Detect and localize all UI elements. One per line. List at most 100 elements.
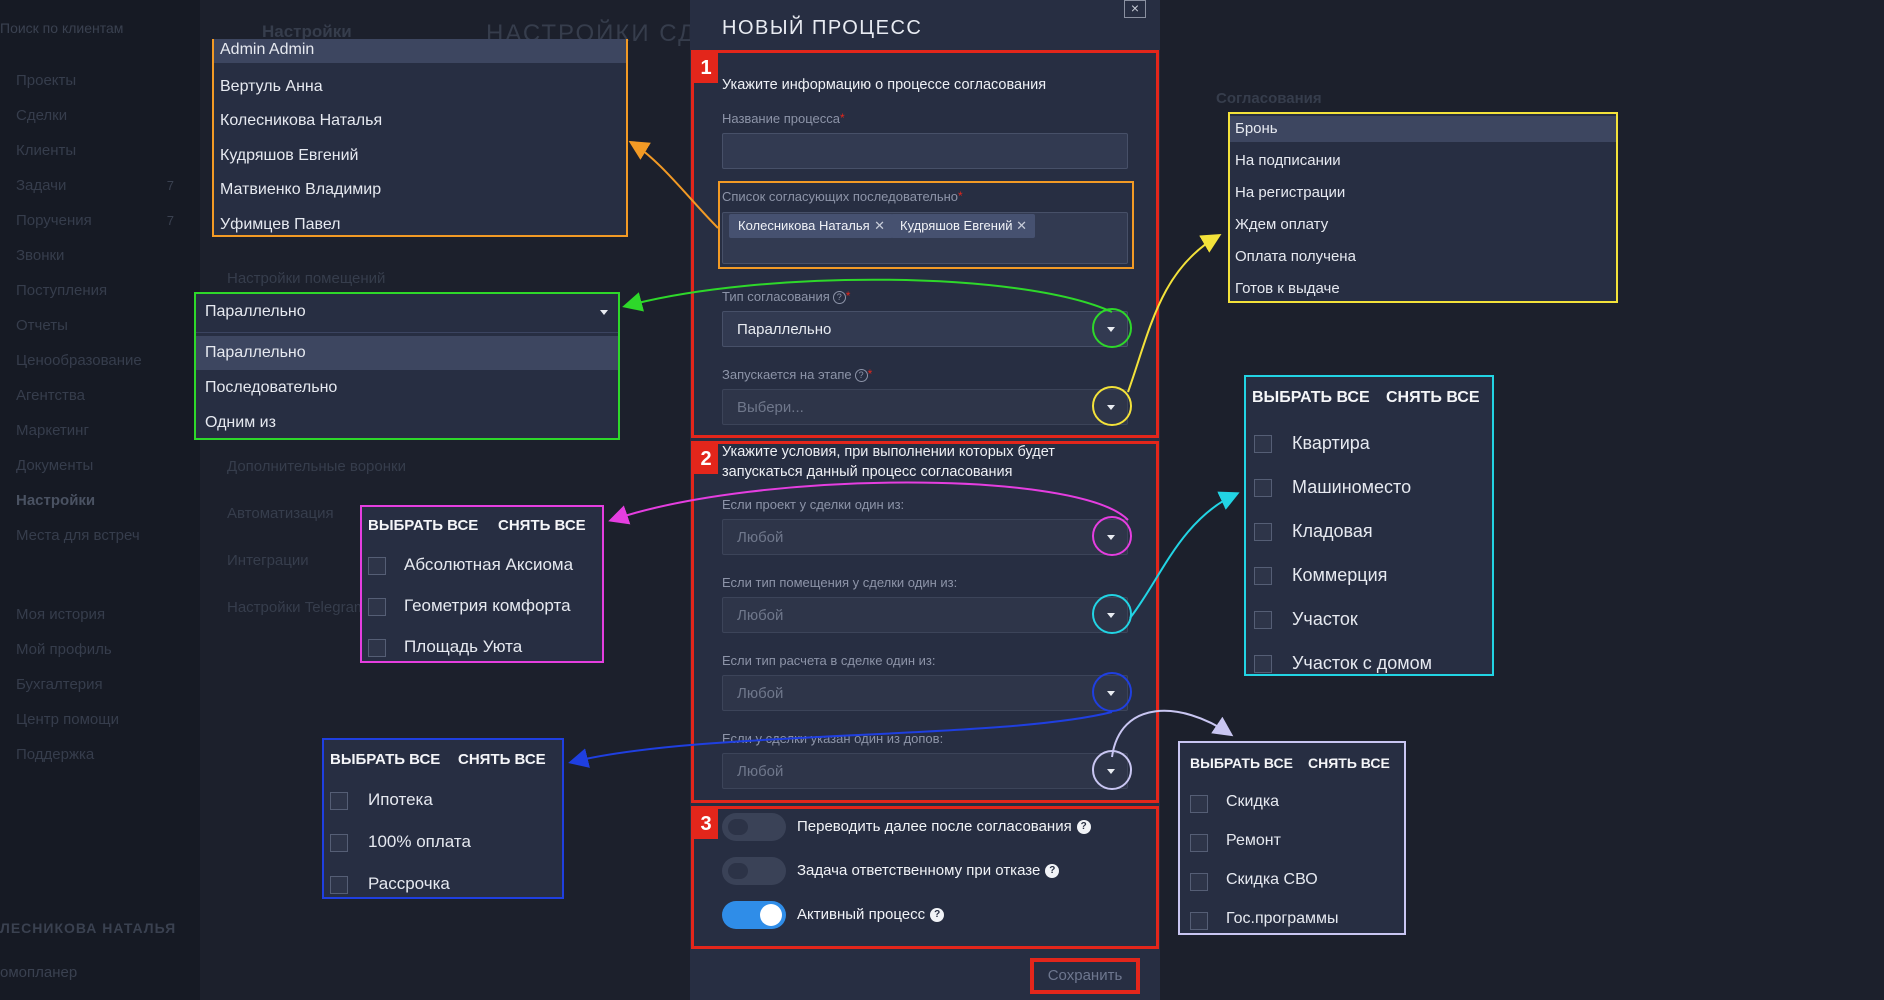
sidebar-item[interactable]: Отчеты	[16, 317, 68, 334]
sidebar-search[interactable]: Поиск по клиентам	[0, 20, 123, 36]
checkbox[interactable]	[1254, 479, 1272, 497]
approvers-input[interactable]: Колесникова Наталья ✕ Кудряшов Евгений ✕	[722, 212, 1128, 264]
checkbox-label: Машиноместо	[1292, 477, 1412, 497]
sidebar-item[interactable]: Клиенты	[16, 142, 76, 159]
approval-type-option[interactable]: Параллельно	[196, 336, 618, 370]
sidebar-item[interactable]: Поддержка	[16, 746, 94, 763]
select-all-button[interactable]: ВЫБРАТЬ ВСЕ	[1190, 755, 1293, 771]
sidebar-item[interactable]: Поступления	[16, 282, 107, 299]
help-icon[interactable]: ?	[1076, 820, 1091, 835]
settings-menu-item[interactable]: Интеграции	[227, 552, 309, 569]
settings-menu-item[interactable]: Настройки помещений	[227, 270, 385, 287]
tab-approvals[interactable]: Согласования	[1216, 90, 1322, 107]
stage-option[interactable]: На подписании	[1230, 148, 1616, 174]
process-name-input[interactable]	[722, 133, 1128, 169]
user-option[interactable]: Колесникова Наталья	[214, 106, 626, 136]
sidebar-item[interactable]: Мой профиль	[16, 641, 112, 658]
checkbox[interactable]	[1190, 795, 1208, 813]
approval-type-selected[interactable]: Параллельно	[196, 294, 618, 332]
sidebar-item[interactable]: Сделки	[16, 107, 67, 124]
stage-option[interactable]: Бронь	[1230, 116, 1616, 142]
clear-all-button[interactable]: СНЯТЬ ВСЕ	[458, 751, 546, 768]
stage-option[interactable]: Готов к выдаче	[1230, 276, 1616, 302]
approval-type-label: Тип согласования? *	[722, 289, 851, 305]
toggle-knob	[728, 819, 748, 835]
user-option[interactable]: Уфимцев Павел	[214, 210, 626, 240]
clear-all-button[interactable]: СНЯТЬ ВСЕ	[1308, 755, 1390, 771]
user-option[interactable]: Кудряшов Евгений	[214, 141, 626, 171]
checkbox[interactable]	[1190, 873, 1208, 891]
checkbox-label: Скидка	[1226, 793, 1280, 810]
help-icon[interactable]: ?	[1045, 864, 1060, 879]
sidebar-item[interactable]: Места для встреч	[16, 527, 140, 544]
condition-select[interactable]: Любой	[722, 519, 1128, 555]
approval-type-option[interactable]: Одним из	[196, 406, 618, 440]
stage-option[interactable]: Ждем оплату	[1230, 212, 1616, 238]
chevron-down-icon[interactable]	[600, 310, 608, 315]
checkbox[interactable]	[330, 876, 348, 894]
help-icon[interactable]: ?	[930, 908, 945, 923]
sidebar-item[interactable]: Проекты	[16, 72, 76, 89]
sidebar-item[interactable]: Ценообразование	[16, 352, 142, 369]
help-icon[interactable]: ?	[832, 291, 846, 305]
remove-tag-icon[interactable]: ✕	[874, 214, 885, 238]
checkbox[interactable]	[368, 598, 386, 616]
stage-select[interactable]: Выбери...	[722, 389, 1128, 425]
sidebar-user-name[interactable]: ЛЕСНИКОВА НАТАЛЬЯ	[0, 920, 176, 936]
user-option[interactable]: Матвиенко Владимир	[214, 175, 626, 205]
approval-type-select[interactable]: Параллельно	[722, 311, 1128, 347]
toggle-switch[interactable]	[722, 901, 786, 929]
help-icon[interactable]: ?	[854, 369, 868, 383]
approvers-label: Список согласующих последовательно*	[722, 189, 963, 204]
user-option[interactable]: Вертуль Анна	[214, 72, 626, 102]
select-all-button[interactable]: ВЫБРАТЬ ВСЕ	[330, 751, 440, 768]
select-all-button[interactable]: ВЫБРАТЬ ВСЕ	[368, 517, 478, 534]
user-option[interactable]: Admin Admin	[214, 39, 626, 63]
stage-option[interactable]: На регистрации	[1230, 180, 1616, 206]
clear-all-button[interactable]: СНЯТЬ ВСЕ	[498, 517, 586, 534]
checkbox[interactable]	[330, 792, 348, 810]
save-button[interactable]: Сохранить	[1030, 958, 1140, 994]
condition-select[interactable]: Любой	[722, 753, 1128, 789]
checkbox-label: 100% оплата	[368, 832, 471, 851]
checkbox[interactable]	[1190, 834, 1208, 852]
toggle-label-text: Задача ответственному при отказе	[797, 862, 1041, 879]
checkbox[interactable]	[1254, 611, 1272, 629]
condition-label: Если тип расчета в сделке один из:	[722, 653, 936, 668]
approval-type-value: Параллельно	[737, 321, 832, 338]
sidebar-item[interactable]: Маркетинг	[16, 422, 89, 439]
stage-option[interactable]: Оплата получена	[1230, 244, 1616, 270]
checkbox[interactable]	[368, 639, 386, 657]
sidebar-item[interactable]: Звонки	[16, 247, 64, 264]
checkbox[interactable]	[1254, 435, 1272, 453]
checkbox[interactable]	[368, 557, 386, 575]
checkbox[interactable]	[1190, 912, 1208, 930]
sidebar-item[interactable]: Центр помощи	[16, 711, 119, 728]
toggle-switch[interactable]	[722, 857, 786, 885]
close-icon[interactable]: ×	[1124, 0, 1146, 18]
clear-all-button[interactable]: СНЯТЬ ВСЕ	[1386, 389, 1480, 407]
sidebar-item[interactable]: Документы	[16, 457, 93, 474]
sidebar-item[interactable]: Бухгалтерия	[16, 676, 103, 693]
checkbox[interactable]	[1254, 567, 1272, 585]
remove-tag-icon[interactable]: ✕	[1016, 214, 1027, 238]
settings-menu-item[interactable]: Автоматизация	[227, 505, 334, 522]
settings-menu-item[interactable]: Настройки Telegram	[227, 599, 366, 616]
sidebar-item[interactable]: Агентства	[16, 387, 85, 404]
sidebar-item-count: 7	[166, 213, 174, 228]
settings-menu-item[interactable]: Дополнительные воронки	[227, 458, 406, 475]
sidebar-item[interactable]: Настройки	[16, 492, 95, 509]
condition-select[interactable]: Любой	[722, 597, 1128, 633]
checkbox[interactable]	[1254, 523, 1272, 541]
sidebar-item[interactable]: Поручения	[16, 212, 92, 229]
sidebar-item[interactable]: Моя история	[16, 606, 105, 623]
screen: Поиск по клиентам Проекты Сделки Клиенты За…	[0, 0, 1884, 1000]
select-all-button[interactable]: ВЫБРАТЬ ВСЕ	[1252, 389, 1370, 407]
condition-select[interactable]: Любой	[722, 675, 1128, 711]
sidebar-item[interactable]: Задачи	[16, 177, 66, 194]
approval-type-dropdown-popup: Параллельно Параллельно Последовательно Од…	[194, 292, 620, 440]
toggle-switch[interactable]	[722, 813, 786, 841]
approval-type-option[interactable]: Последовательно	[196, 371, 618, 405]
checkbox[interactable]	[330, 834, 348, 852]
checkbox[interactable]	[1254, 655, 1272, 673]
